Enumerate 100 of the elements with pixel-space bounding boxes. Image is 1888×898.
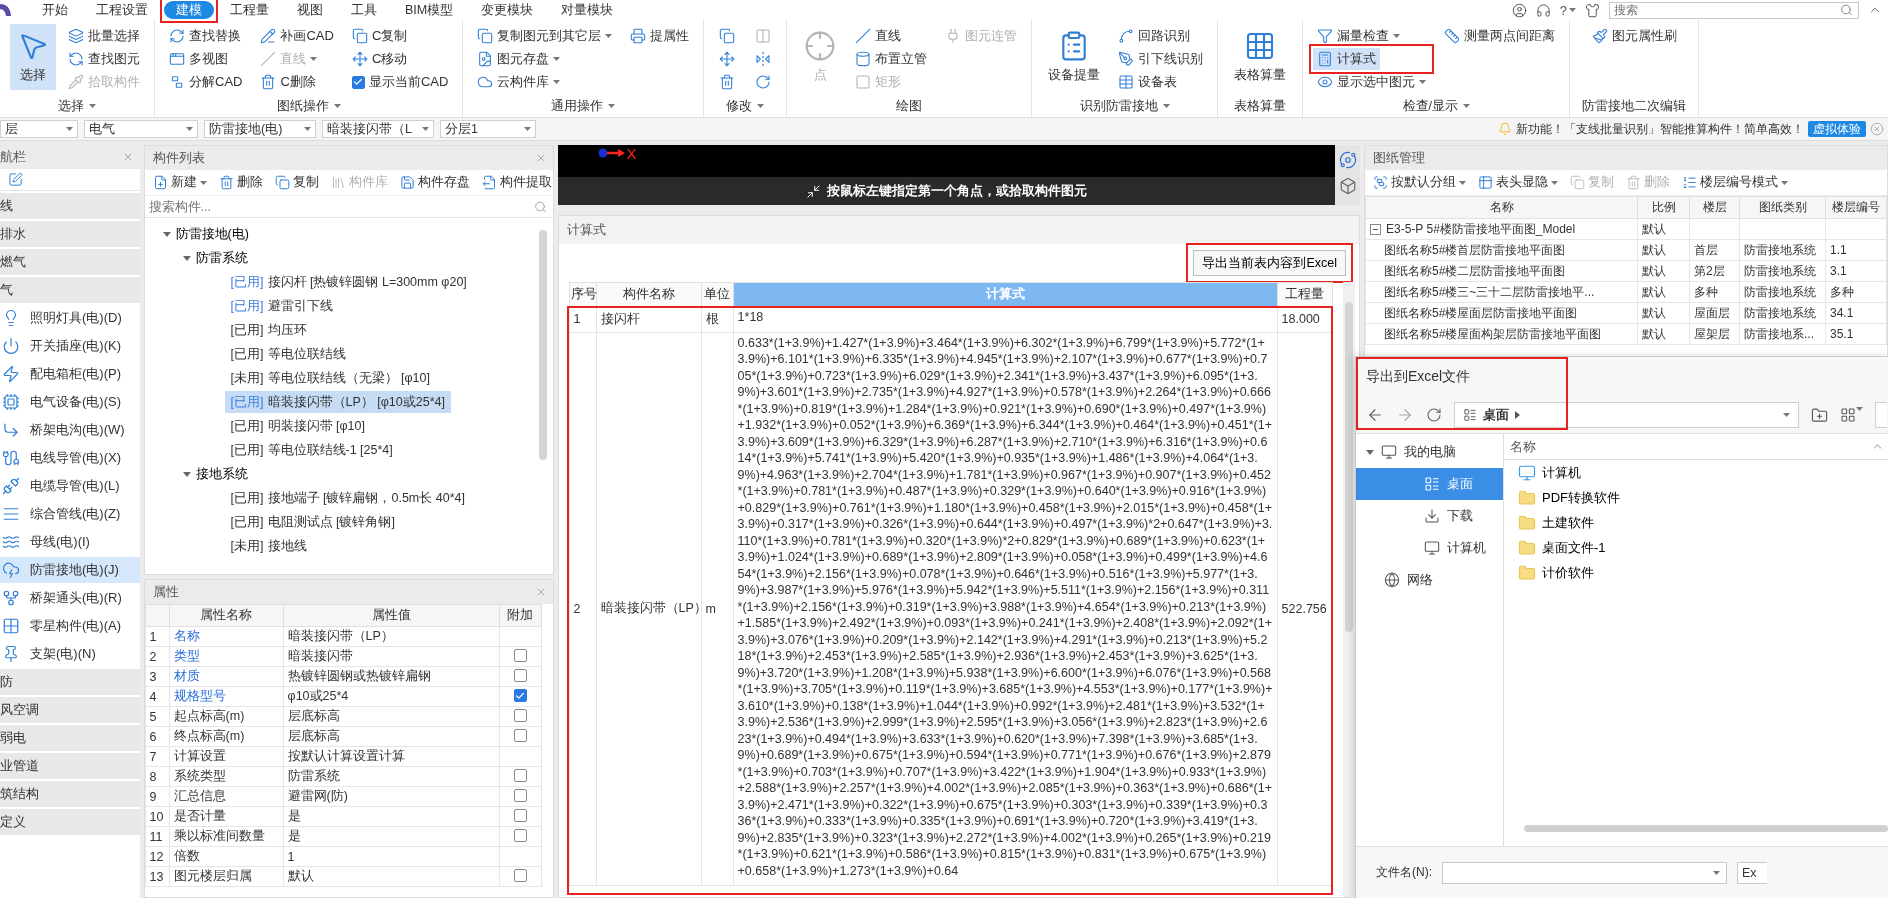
tree-node[interactable]: 防雷系统: [180, 249, 250, 267]
scrollbar[interactable]: [1524, 825, 1888, 832]
ribbon-button[interactable]: 复制图元到其它层: [473, 25, 617, 47]
ribbon-button[interactable]: 测量两点间距离: [1440, 25, 1560, 47]
refresh-button[interactable]: [1426, 407, 1442, 423]
ribbon-button[interactable]: 引下线识别: [1114, 48, 1208, 70]
ribbon-button[interactable]: 补画CAD: [256, 25, 338, 47]
ribbon-button[interactable]: 布置立管: [851, 48, 932, 70]
checkbox[interactable]: [513, 768, 527, 782]
expand-arrow-icon[interactable]: [1366, 448, 1374, 456]
ribbon-button[interactable]: 图元存盘: [473, 48, 617, 70]
ribbon-button[interactable]: 图元属性刷: [1587, 25, 1681, 47]
group-label[interactable]: 选择: [56, 95, 98, 117]
ribbon-button[interactable]: C复制: [347, 25, 453, 47]
toolbar-button[interactable]: 按默认分组: [1371, 174, 1468, 191]
trial-button[interactable]: 虚拟体验: [1808, 121, 1866, 137]
tree-node[interactable]: 接地系统: [180, 465, 250, 483]
nav-category[interactable]: 业管道: [0, 753, 140, 779]
nav-category[interactable]: 线: [0, 193, 140, 219]
sidebar-item[interactable]: 下载: [1356, 500, 1503, 532]
sidebar-item[interactable]: 计算机: [1356, 532, 1503, 564]
ribbon-button[interactable]: 设备提量: [1042, 24, 1107, 90]
menu-tab[interactable]: 工具: [339, 1, 389, 19]
toolbar-button[interactable]: 表头显隐: [1476, 174, 1560, 191]
checkbox[interactable]: [513, 668, 527, 682]
checkbox[interactable]: [513, 689, 527, 703]
column-header[interactable]: 序号: [569, 282, 597, 307]
nav-category[interactable]: 防: [0, 669, 140, 695]
toolbar-button[interactable]: 构件存盘: [397, 174, 472, 191]
file-item[interactable]: 桌面文件-1: [1504, 535, 1888, 560]
sidebar-item[interactable]: 网络: [1356, 564, 1503, 596]
nav-category[interactable]: 风空调: [0, 697, 140, 723]
ribbon-button[interactable]: 提属性: [626, 25, 694, 47]
checkbox[interactable]: [513, 868, 527, 882]
ribbon-button[interactable]: 选择: [10, 24, 56, 90]
toolbar-button[interactable]: 删除: [216, 174, 265, 191]
tree-item[interactable]: [未用] 等电位联结线（无梁） [φ10]: [224, 367, 436, 389]
tree-item[interactable]: [已用] 均压环: [224, 319, 313, 341]
group-label[interactable]: 修改: [724, 95, 767, 117]
menu-tab[interactable]: BIM模型: [393, 1, 466, 19]
ribbon-button[interactable]: 批量选择: [64, 25, 144, 47]
tree-item[interactable]: [已用] 等电位联结线-1 [25*4]: [224, 439, 399, 461]
filename-field[interactable]: [1442, 861, 1727, 884]
ribbon-button[interactable]: 分解CAD: [165, 71, 247, 93]
checkbox[interactable]: [513, 648, 527, 662]
tree-item[interactable]: [未用] 接地线: [224, 535, 313, 557]
collapse-toggle-icon[interactable]: [1370, 223, 1381, 235]
group-label[interactable]: 防雷接地二次编辑: [1580, 95, 1689, 117]
expand-arrow-icon[interactable]: [182, 254, 191, 262]
ribbon-button[interactable]: 计算式: [1313, 48, 1381, 70]
dropdown[interactable]: 分层1: [440, 120, 536, 138]
tree-item[interactable]: [已用] 等电位联结线: [224, 343, 352, 365]
menu-tab[interactable]: 对量模块: [549, 1, 626, 19]
toolbar-button[interactable]: 构件提取: [479, 174, 553, 191]
file-type-dropdown[interactable]: Ex: [1737, 861, 1767, 884]
ribbon-button[interactable]: 漏量检查: [1313, 25, 1431, 47]
file-item[interactable]: PDF转换软件: [1504, 485, 1888, 510]
help-button[interactable]: ?: [1559, 2, 1576, 18]
toolbar-button[interactable]: 复制: [272, 174, 321, 191]
nav-category[interactable]: 气: [0, 277, 140, 303]
group-label[interactable]: 识别防雷接地: [1077, 95, 1172, 117]
view-button[interactable]: [1840, 407, 1863, 423]
export-button[interactable]: 导出当前表内容到Excel: [1193, 250, 1346, 276]
nav-category[interactable]: 筑结构: [0, 781, 140, 807]
group-label[interactable]: 绘图: [894, 95, 925, 117]
dropdown[interactable]: 暗装接闪带（L: [322, 120, 434, 138]
column-header[interactable]: 构件名称: [596, 282, 702, 307]
ribbon-button[interactable]: 设备表: [1114, 71, 1208, 93]
ribbon-button[interactable]: 显示选中图元: [1313, 71, 1431, 93]
expand-arrow-icon[interactable]: [182, 470, 191, 478]
tree-node[interactable]: 防雷接地(电): [160, 225, 251, 243]
file-item[interactable]: 土建软件: [1504, 510, 1888, 535]
dropdown[interactable]: 层: [0, 120, 78, 138]
checkbox-option[interactable]: 显示当前CAD: [347, 71, 453, 93]
column-header[interactable]: 工程量: [1277, 282, 1333, 307]
menu-tab[interactable]: 工程量: [218, 1, 281, 19]
path-field[interactable]: 桌面: [1454, 402, 1799, 428]
file-item[interactable]: 计算机: [1504, 460, 1888, 485]
toolbar-button[interactable]: 楼层编号模式: [1680, 174, 1790, 191]
nav-item[interactable]: 防雷接地(电)(J): [0, 557, 140, 583]
tree-item[interactable]: [已用] 接地端子 [镀锌扁钢，0.5m长 40*4]: [224, 487, 471, 509]
tree-item[interactable]: [已用] 接闪杆 [热镀锌圆钢 L=300mm φ20]: [224, 271, 473, 293]
ribbon-button[interactable]: 回路识别: [1114, 25, 1208, 47]
checkbox[interactable]: [513, 808, 527, 822]
sidebar-item[interactable]: 我的电脑: [1356, 436, 1503, 468]
checkbox[interactable]: [513, 728, 527, 742]
forward-button[interactable]: [1396, 406, 1414, 424]
menu-tab[interactable]: 建模: [164, 1, 214, 19]
nav-category[interactable]: 燃气: [0, 249, 140, 275]
menu-tab[interactable]: 视图: [285, 1, 335, 19]
ribbon-button[interactable]: 查找替换: [165, 25, 247, 47]
menu-tab[interactable]: 开始: [30, 1, 80, 19]
dropdown[interactable]: 电气: [84, 120, 198, 138]
back-button[interactable]: [1366, 406, 1384, 424]
menu-tab[interactable]: 变更模块: [469, 1, 546, 19]
menu-tab[interactable]: 工程设置: [84, 1, 160, 19]
checkbox[interactable]: [513, 708, 527, 722]
search-field[interactable]: 搜索: [1609, 1, 1859, 19]
tree-item[interactable]: [已用] 明装接闪带 [φ10]: [224, 415, 371, 437]
nav-category[interactable]: 弱电: [0, 725, 140, 751]
